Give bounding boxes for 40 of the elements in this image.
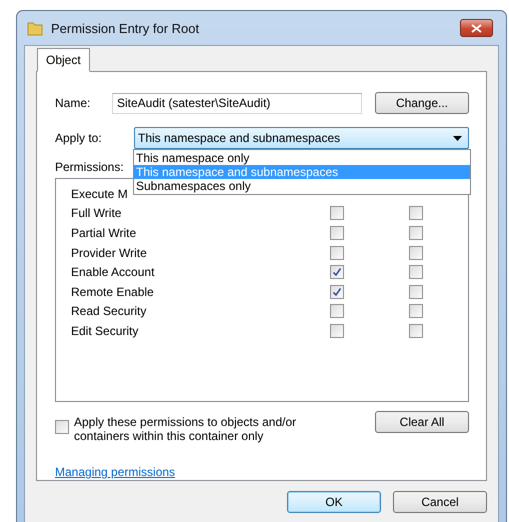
help-link[interactable]: Managing permissions: [55, 465, 176, 479]
permission-checkbox[interactable]: [330, 284, 344, 299]
permission-label: Execute M: [71, 186, 128, 201]
permission-label: Enable Account: [71, 265, 154, 280]
close-icon: [471, 24, 482, 32]
permission-checkbox[interactable]: [330, 226, 344, 240]
permission-checkbox[interactable]: [330, 206, 344, 220]
apply-to-label: Apply to:: [55, 131, 103, 145]
permission-checkbox[interactable]: [409, 246, 423, 260]
permission-label: Full Write: [71, 206, 122, 220]
permission-checkbox[interactable]: [330, 324, 344, 338]
permissions-label: Permissions:: [55, 160, 124, 174]
change-button[interactable]: Change...: [375, 92, 469, 114]
permission-label: Edit Security: [71, 324, 138, 338]
window-title: Permission Entry for Root: [51, 20, 200, 36]
apply-within-checkbox[interactable]: [55, 420, 69, 434]
permission-checkbox[interactable]: [409, 284, 423, 299]
permission-label: Partial Write: [71, 226, 136, 240]
permission-checkbox[interactable]: [409, 324, 423, 338]
clear-all-button[interactable]: Clear All: [375, 411, 469, 433]
permission-checkbox[interactable]: [330, 304, 344, 318]
permission-label: Read Security: [71, 304, 146, 318]
permission-checkbox[interactable]: [409, 304, 423, 318]
permission-checkbox[interactable]: [409, 265, 423, 280]
permission-checkbox[interactable]: [409, 226, 423, 240]
apply-to-dropdown[interactable]: This namespace and subnamespaces: [134, 127, 469, 149]
name-label: Name:: [55, 96, 92, 110]
tab[interactable]: Object: [37, 48, 90, 72]
permission-label: Remote Enable: [71, 284, 154, 299]
cancel-button[interactable]: Cancel: [393, 491, 487, 513]
apply-within-label: Apply these permissions to objects and/or containers within this container only: [74, 415, 298, 443]
permission-label: Provider Write: [71, 246, 147, 260]
close-button[interactable]: [460, 19, 493, 37]
name-field[interactable]: SiteAudit (satester\SiteAudit): [112, 92, 362, 114]
ok-button[interactable]: OK: [287, 491, 381, 513]
permission-checkbox[interactable]: [330, 265, 344, 280]
folder-icon: [27, 20, 43, 36]
permission-checkbox[interactable]: [330, 246, 344, 260]
permission-checkbox[interactable]: [409, 206, 423, 220]
caret-icon: [453, 136, 462, 140]
